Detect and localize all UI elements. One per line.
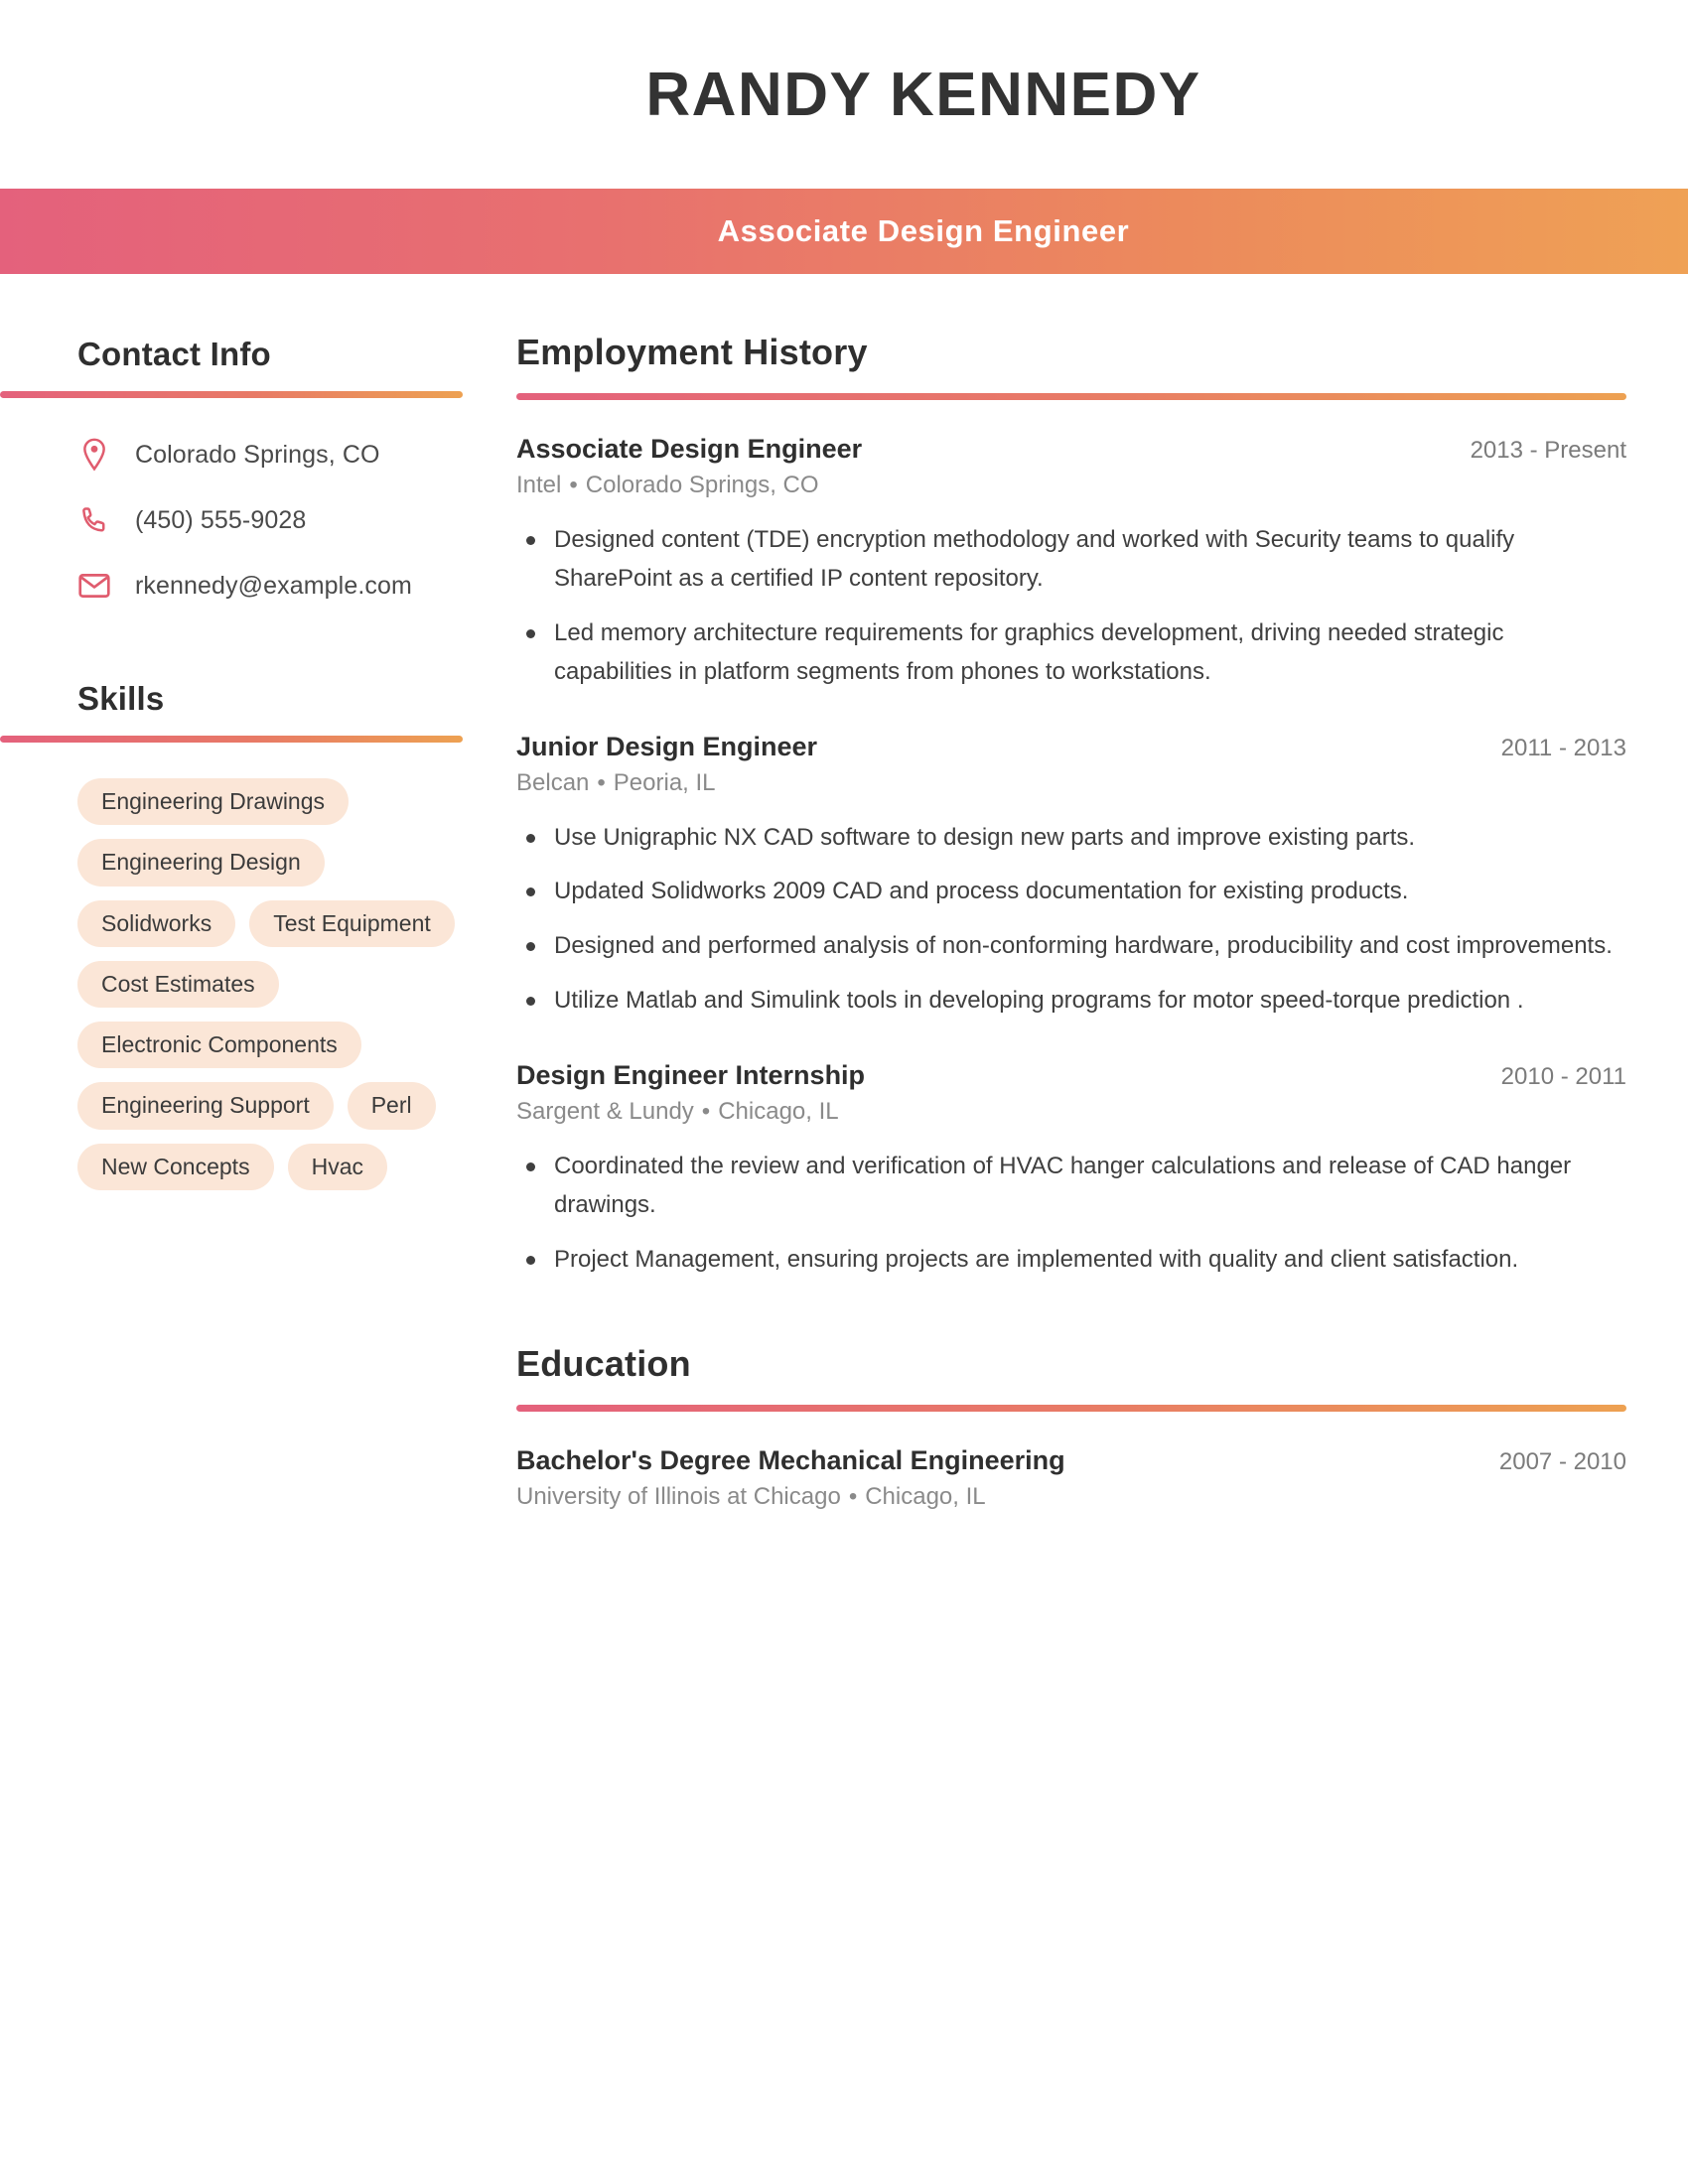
sidebar: Contact Info Colorado Springs, CO (450) …	[0, 274, 516, 1191]
entry-bullet: Designed and performed analysis of non-c…	[516, 927, 1621, 966]
entry-subtitle: Sargent & Lundy • Chicago, IL	[516, 1098, 1626, 1126]
skill-pill: Hvac	[287, 1143, 387, 1191]
contact-location-value: Colorado Springs, CO	[135, 440, 380, 469]
employment-entry: Junior Design Engineer 2011 - 2013 Belcan •…	[516, 732, 1626, 1022]
location-pin-icon	[77, 438, 111, 472]
entry-bullet: Designed content (TDE) encryption method…	[516, 521, 1621, 599]
entry-bullet-list: Coordinated the review and verification …	[516, 1148, 1626, 1280]
entry-title: Design Engineer Internship	[516, 1060, 866, 1090]
contact-item-phone[interactable]: (450) 555-9028	[77, 503, 516, 537]
employment-divider	[516, 393, 1626, 400]
entry-subtitle: Intel • Colorado Springs, CO	[516, 472, 1626, 499]
contact-heading: Contact Info	[77, 336, 271, 372]
entry-company: Belcan	[516, 768, 590, 796]
bullet-separator: •	[597, 768, 606, 796]
entry-bullet: Led memory architecture requirements for…	[516, 614, 1621, 692]
entry-bullet-list: Designed content (TDE) encryption method…	[516, 521, 1626, 692]
bullet-separator: •	[701, 1098, 711, 1125]
skill-pill: New Concepts	[77, 1143, 274, 1191]
entry-bullet-list: Use Unigraphic NX CAD software to design…	[516, 819, 1626, 1022]
employment-heading: Employment History	[516, 332, 868, 372]
skills-list: Engineering Drawings Engineering Design So…	[0, 778, 494, 1191]
entry-dates: 2010 - 2011	[1500, 1063, 1626, 1090]
resume-page: RANDY KENNEDY Associate Design Engineer …	[0, 0, 1688, 2184]
entry-title: Associate Design Engineer	[516, 434, 863, 464]
job-title-text: Associate Design Engineer	[717, 213, 1130, 248]
contact-divider	[0, 391, 463, 398]
entry-location: Chicago, IL	[865, 1482, 986, 1510]
entry-title: Junior Design Engineer	[516, 731, 818, 761]
entry-header: Bachelor's Degree Mechanical Engineering…	[516, 1445, 1626, 1476]
page-title: RANDY KENNEDY	[645, 60, 1201, 129]
job-title-banner: Associate Design Engineer	[0, 189, 1688, 274]
skill-pill: Solidworks	[77, 899, 236, 947]
skill-pill: Electronic Components	[77, 1022, 361, 1069]
entry-bullet: Coordinated the review and verification …	[516, 1148, 1621, 1225]
skill-pill: Engineering Support	[77, 1082, 334, 1130]
skills-divider	[0, 736, 463, 743]
skills-section: Skills Engineering Drawings Engineering D…	[0, 680, 516, 1191]
entry-dates: 2011 - 2013	[1500, 734, 1626, 761]
education-section: Education Bachelor's Degree Mechanical E…	[516, 1343, 1626, 1511]
entry-header: Design Engineer Internship 2010 - 2011	[516, 1060, 1626, 1091]
skill-pill: Engineering Design	[77, 839, 325, 887]
education-heading: Education	[516, 1342, 691, 1384]
contact-email-value: rkennedy@example.com	[135, 571, 412, 600]
education-divider	[516, 1404, 1626, 1412]
entry-bullet: Project Management, ensuring projects ar…	[516, 1241, 1621, 1280]
entry-dates: 2013 - Present	[1470, 437, 1626, 464]
employment-entries: Associate Design Engineer 2013 - Present I…	[516, 434, 1626, 1280]
entry-school: University of Illinois at Chicago	[516, 1482, 841, 1510]
contact-list: Colorado Springs, CO (450) 555-9028 rken…	[0, 438, 516, 603]
entry-subtitle: Belcan • Peoria, IL	[516, 769, 1626, 797]
entry-bullet: Updated Solidworks 2009 CAD and process …	[516, 873, 1621, 911]
body-columns: Contact Info Colorado Springs, CO (450) …	[0, 274, 1688, 1551]
employment-entry: Design Engineer Internship 2010 - 2011 Sar…	[516, 1060, 1626, 1280]
envelope-icon	[77, 569, 111, 603]
employment-entry: Associate Design Engineer 2013 - Present I…	[516, 434, 1626, 692]
contact-section: Contact Info Colorado Springs, CO (450) …	[0, 336, 516, 603]
contact-item-email[interactable]: rkennedy@example.com	[77, 569, 516, 603]
entry-header: Associate Design Engineer 2013 - Present	[516, 434, 1626, 465]
main-content: Employment History Associate Design Engi…	[516, 274, 1688, 1551]
skill-pill: Test Equipment	[249, 899, 455, 947]
header-name-row: RANDY KENNEDY	[0, 0, 1688, 189]
entry-header: Junior Design Engineer 2011 - 2013	[516, 732, 1626, 762]
skill-pill: Engineering Drawings	[77, 778, 350, 826]
entry-location: Chicago, IL	[718, 1098, 839, 1125]
entry-location: Colorado Springs, CO	[585, 472, 819, 498]
education-entries: Bachelor's Degree Mechanical Engineering…	[516, 1445, 1626, 1511]
phone-icon	[77, 503, 111, 537]
bullet-separator: •	[569, 472, 578, 498]
education-entry: Bachelor's Degree Mechanical Engineering…	[516, 1445, 1626, 1511]
entry-dates: 2007 - 2010	[1498, 1447, 1626, 1475]
bullet-separator: •	[848, 1482, 858, 1510]
skills-heading: Skills	[77, 680, 165, 717]
entry-title: Bachelor's Degree Mechanical Engineering	[516, 1444, 1065, 1475]
entry-subtitle: University of Illinois at Chicago • Chicag…	[516, 1483, 1626, 1511]
entry-company: Sargent & Lundy	[516, 1098, 694, 1125]
contact-item-location[interactable]: Colorado Springs, CO	[77, 438, 516, 472]
entry-bullet: Utilize Matlab and Simulink tools in dev…	[516, 982, 1621, 1021]
employment-section: Employment History Associate Design Engi…	[516, 332, 1626, 1280]
entry-bullet: Use Unigraphic NX CAD software to design…	[516, 819, 1621, 858]
skill-pill: Cost Estimates	[77, 960, 279, 1009]
contact-phone-value: (450) 555-9028	[135, 505, 307, 534]
entry-company: Intel	[516, 472, 562, 498]
skill-pill: Perl	[347, 1082, 436, 1130]
entry-location: Peoria, IL	[613, 768, 716, 796]
